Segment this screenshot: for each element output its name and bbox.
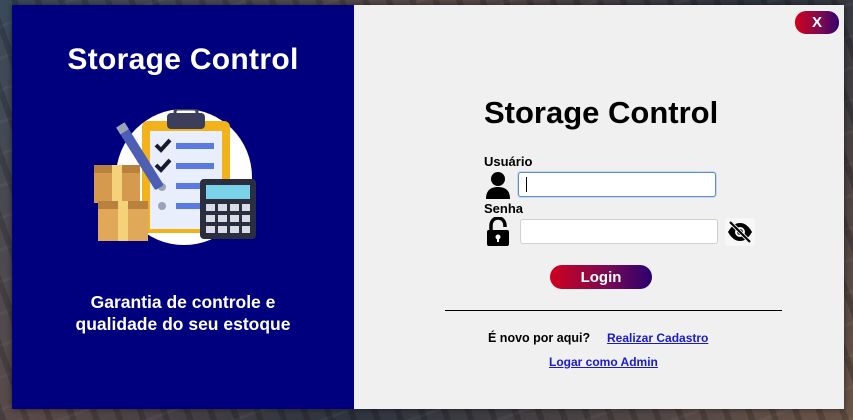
- login-panel: X Storage Control Usuário Senha Login É: [354, 5, 844, 409]
- login-button[interactable]: Login: [550, 265, 652, 289]
- signup-link[interactable]: Realizar Cadastro: [607, 331, 708, 345]
- username-input[interactable]: [518, 172, 716, 197]
- slogan-line-2: qualidade do seu estoque: [75, 314, 291, 334]
- login-title: Storage Control: [484, 95, 719, 130]
- password-label: Senha: [484, 201, 524, 216]
- admin-login-link[interactable]: Logar como Admin: [549, 355, 658, 369]
- brand-slogan: Garantia de controle e qualidade do seu …: [12, 291, 354, 335]
- login-window: Storage Control Garantia de controle e q…: [12, 5, 844, 409]
- lock-icon: [487, 217, 509, 246]
- boxes-icon: [94, 165, 148, 241]
- brand-panel: Storage Control Garantia de controle e q…: [12, 5, 354, 409]
- close-button[interactable]: X: [795, 11, 839, 34]
- text-cursor: [526, 177, 527, 192]
- slogan-line-1: Garantia de controle e: [90, 292, 276, 312]
- password-input[interactable]: [520, 219, 718, 244]
- user-icon: [486, 172, 510, 199]
- inventory-illustration-icon: [94, 109, 256, 245]
- username-label: Usuário: [484, 154, 533, 169]
- calculator-icon: [200, 179, 256, 239]
- divider: [445, 310, 782, 311]
- eye-slash-icon[interactable]: [725, 218, 755, 246]
- signup-prompt: É novo por aqui?: [488, 331, 591, 345]
- brand-title: Storage Control: [67, 43, 299, 76]
